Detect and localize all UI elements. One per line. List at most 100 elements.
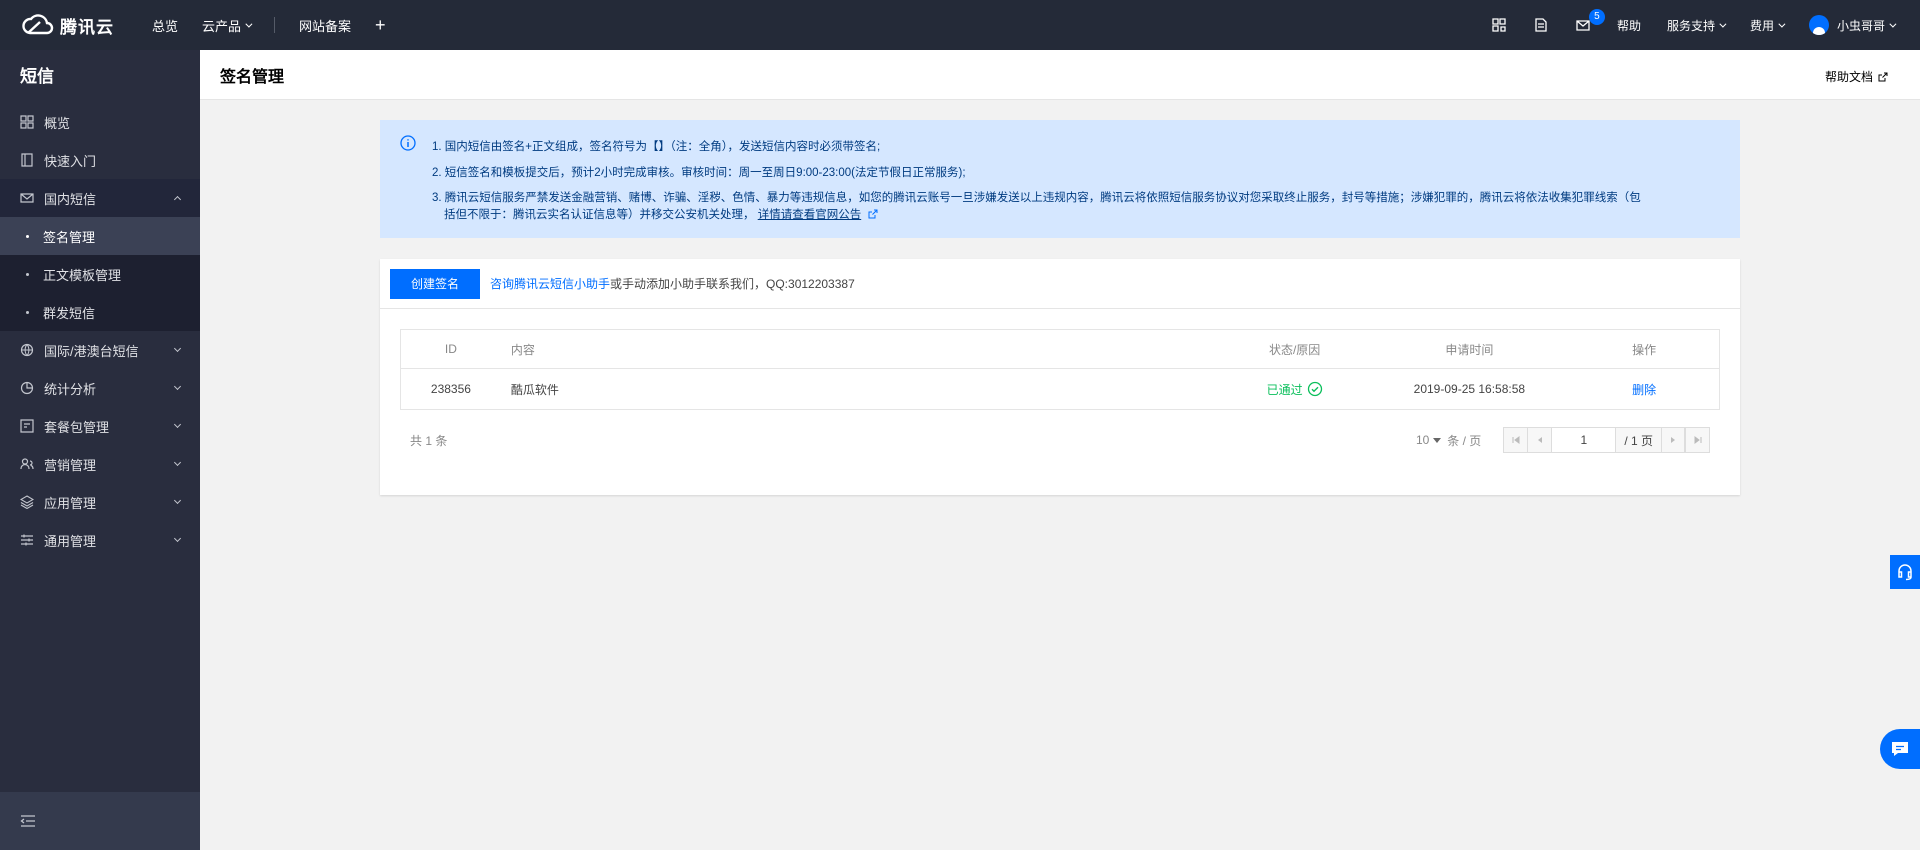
chevron-up-icon [173, 195, 182, 204]
info-icon [400, 135, 416, 151]
headset-icon [1898, 564, 1912, 581]
status-badge: 已通过 [1267, 381, 1323, 398]
sidebar-item-marketing[interactable]: 营销管理 [0, 445, 200, 483]
sidebar-item-overview[interactable]: 概览 [0, 103, 200, 141]
add-shortcut-icon[interactable]: + [363, 0, 398, 50]
chat-button[interactable] [1880, 729, 1920, 769]
domestic-sms-submenu: 签名管理 正文模板管理 群发短信 [0, 217, 200, 331]
column-header-status: 状态/原因 [1268, 342, 1321, 357]
qrcode-button[interactable] [1478, 0, 1520, 50]
globe-icon [20, 343, 34, 357]
next-page-button[interactable] [1661, 428, 1685, 452]
sidebar-item-label: 国内短信 [44, 191, 97, 207]
nav-icp[interactable]: 网站备案 [287, 0, 363, 50]
table-row: 238356 酷瓜软件 已通过 2019-09-25 16:58:58 删除 [401, 369, 1719, 409]
sidebar-title: 短信 [20, 67, 54, 86]
sidebar: 短信 概览 快速入门 国内短信 签名管理 正文模板管理 群发短信 国际/港澳台短… [0, 50, 200, 850]
assistant-link[interactable]: 咨询腾讯云短信小助手 [490, 277, 610, 291]
users-icon [20, 457, 34, 471]
chevron-down-icon [1719, 20, 1727, 28]
page-size-select[interactable]: 10 条 / 页 [1416, 432, 1481, 449]
brand-logo[interactable]: 腾讯云 [0, 13, 140, 38]
bullet-icon [26, 234, 29, 238]
assistant-hint-text: 或手动添加小助手联系我们，QQ:3012203387 [610, 277, 855, 291]
sidebar-item-general-mgmt[interactable]: 通用管理 [0, 521, 200, 559]
external-link-icon [868, 209, 878, 219]
nav-overview[interactable]: 总览 [140, 0, 190, 50]
column-header-actions: 操作 [1632, 342, 1657, 357]
notice-line-1: 1. 国内短信由签名+正文组成，签名符号为【】（注：全角），发送短信内容时必须带… [432, 141, 881, 153]
prev-page-icon [1537, 437, 1542, 443]
sidebar-item-label: 概览 [44, 115, 71, 131]
card-toolbar: 创建签名 咨询腾讯云短信小助手或手动添加小助手联系我们，QQ:301220338… [380, 259, 1740, 309]
page-number-input[interactable] [1552, 428, 1617, 452]
online-support-button[interactable] [1890, 555, 1920, 589]
collapse-sidebar-button[interactable] [0, 792, 200, 850]
per-page-label: 条 / 页 [1447, 433, 1482, 448]
package-icon [20, 419, 34, 433]
create-signature-button[interactable]: 创建签名 [390, 268, 480, 299]
help-doc-label: 帮助文档 [1824, 70, 1873, 84]
sidebar-item-label: 国际/港澳台短信 [44, 343, 139, 359]
sidebar-item-label: 营销管理 [44, 457, 97, 473]
user-menu[interactable]: 小虫哥哥 [1796, 0, 1920, 50]
billing-menu[interactable]: 费用 [1737, 0, 1796, 50]
bullet-icon [26, 272, 29, 276]
sliders-icon [20, 533, 34, 547]
sidebar-item-label: 统计分析 [44, 381, 97, 397]
cloud-logo-icon [22, 14, 54, 35]
notice-banner: 1. 国内短信由签名+正文组成，签名符号为【】（注：全角），发送短信内容时必须带… [380, 120, 1740, 238]
sidebar-subitem-label: 签名管理 [43, 229, 96, 245]
sidebar-item-packages[interactable]: 套餐包管理 [0, 407, 200, 445]
caret-down-icon [1433, 437, 1442, 443]
last-page-button[interactable] [1685, 428, 1709, 452]
cell-actions: 删除 [1569, 381, 1719, 398]
prev-page-button[interactable] [1528, 428, 1553, 452]
top-navbar: 腾讯云 总览 云产品 网站备案 + 5 帮助 服务支持 费用 小虫哥哥 [0, 0, 1920, 50]
nav-divider [274, 17, 276, 33]
brand-name: 腾讯云 [60, 17, 114, 37]
status-label: 已通过 [1266, 382, 1303, 397]
sidebar-item-quickstart[interactable]: 快速入门 [0, 141, 200, 179]
sidebar-item-international-sms[interactable]: 国际/港澳台短信 [0, 331, 200, 369]
help-doc-link[interactable]: 帮助文档 [1825, 68, 1888, 85]
chevron-down-icon [1778, 20, 1786, 28]
nav-products[interactable]: 云产品 [190, 0, 262, 50]
total-count: 共 1 条 [410, 433, 448, 448]
sidebar-item-app-mgmt[interactable]: 应用管理 [0, 483, 200, 521]
username: 小虫哥哥 [1836, 18, 1885, 33]
pagination: 共 1 条 10 条 / 页 / 1 页 [400, 426, 1720, 454]
total-pages: / 1 页 [1624, 433, 1653, 448]
delete-link[interactable]: 删除 [1632, 383, 1656, 397]
column-header-id: ID [444, 342, 457, 356]
message-count-badge: 5 [1588, 9, 1605, 25]
chevron-down-icon [173, 420, 182, 429]
help-menu[interactable]: 帮助 [1604, 0, 1654, 50]
book-icon [20, 153, 34, 167]
chevron-down-icon [173, 534, 182, 543]
messages-button[interactable]: 5 [1562, 0, 1605, 50]
sidebar-item-bulk-sms[interactable]: 群发短信 [0, 293, 200, 331]
sidebar-item-label: 通用管理 [44, 533, 97, 549]
support-label: 服务支持 [1666, 18, 1715, 33]
sidebar-item-domestic-sms[interactable]: 国内短信 [0, 179, 200, 217]
chevron-down-icon [173, 382, 182, 391]
sidebar-item-statistics[interactable]: 统计分析 [0, 369, 200, 407]
sidebar-subitem-label: 正文模板管理 [43, 267, 122, 283]
sidebar-item-label: 套餐包管理 [44, 419, 110, 435]
page-title: 签名管理 [220, 68, 285, 86]
cell-status: 已通过 [1220, 381, 1370, 398]
chat-bubble-icon [1892, 742, 1908, 756]
support-menu[interactable]: 服务支持 [1654, 0, 1737, 50]
nav-products-label: 云产品 [202, 18, 242, 34]
signature-card: 创建签名 咨询腾讯云短信小助手或手动添加小助手联系我们，QQ:301220338… [380, 259, 1740, 495]
chevron-down-icon [245, 20, 253, 28]
pie-chart-icon [20, 381, 34, 395]
sidebar-item-template-mgmt[interactable]: 正文模板管理 [0, 255, 200, 293]
sidebar-item-signature-mgmt[interactable]: 签名管理 [0, 217, 200, 255]
notes-button[interactable] [1520, 0, 1562, 50]
chevron-down-icon [173, 458, 182, 467]
qrcode-icon [1492, 18, 1506, 32]
first-page-button[interactable] [1504, 428, 1529, 452]
announcement-link[interactable]: 详情请查看官网公告 [758, 209, 862, 221]
